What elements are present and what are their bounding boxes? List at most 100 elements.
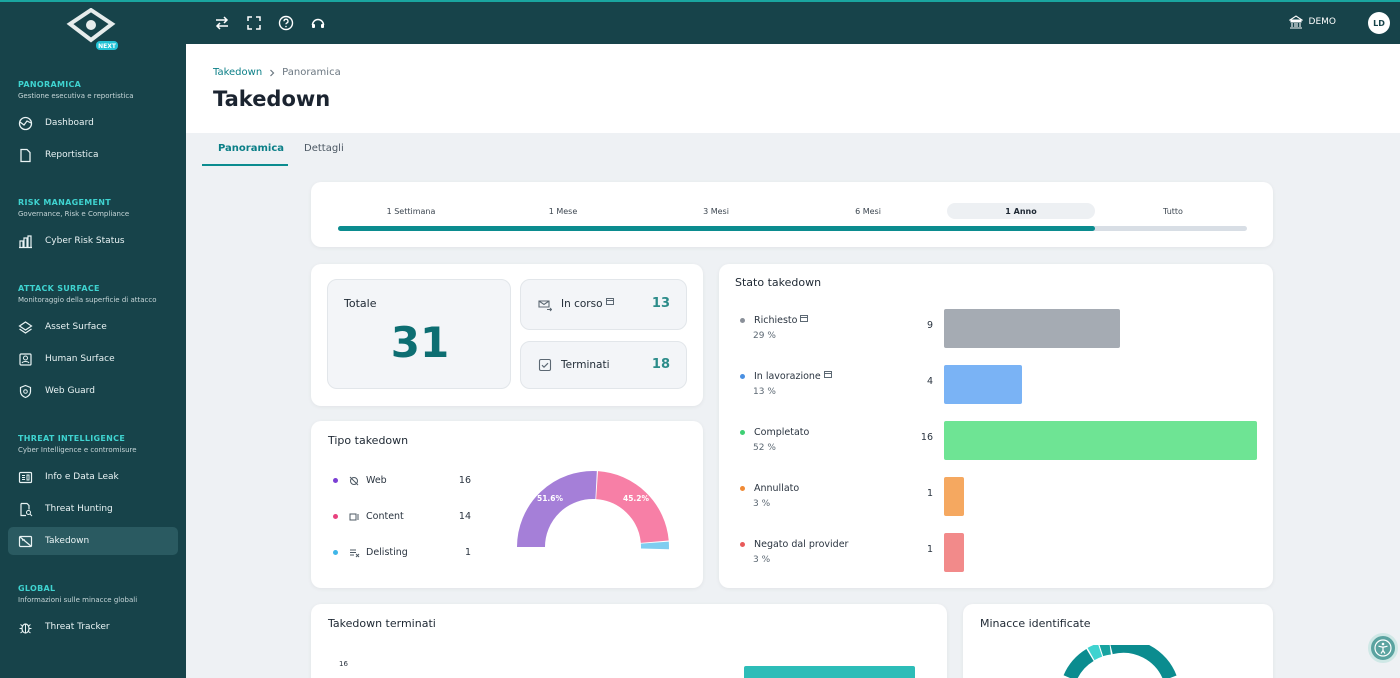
sidebar-section-attack-surface: ATTACK SURFACE Monitoraggio della superfi… <box>18 284 157 304</box>
period-option[interactable]: 1 Mese <box>489 203 637 219</box>
stato-label: Richiesto <box>754 315 798 326</box>
help-icon[interactable] <box>278 15 294 31</box>
fullscreen-icon[interactable] <box>246 15 262 31</box>
stato-count: 1 <box>926 488 933 499</box>
person-badge-icon <box>19 352 32 366</box>
stato-item: Annullato 3 % <box>740 483 799 509</box>
takedown-icon <box>18 535 33 547</box>
period-option[interactable]: 6 Mesi <box>794 203 942 219</box>
sidebar-section-subtitle: Governance, Risk e Compliance <box>18 210 130 218</box>
layers-icon <box>18 320 33 334</box>
total-value: 31 <box>390 318 450 367</box>
sidebar-section-subtitle: Cyber Intelligence e contromisure <box>18 446 137 454</box>
breadcrumb-root[interactable]: Takedown <box>213 67 262 78</box>
tipo-legend-value: 16 <box>458 475 471 486</box>
breadcrumb-current: Panoramica <box>282 67 341 78</box>
sidebar-section-subtitle: Gestione esecutiva e reportistica <box>18 92 134 100</box>
period-option[interactable]: 1 Anno <box>947 203 1095 219</box>
accessibility-icon <box>1374 639 1392 657</box>
calendar-icon <box>800 314 809 322</box>
stato-bar <box>944 477 964 516</box>
stato-bar <box>944 533 964 572</box>
bank-icon <box>1288 15 1303 29</box>
sidebar-section-title: PANORAMICA <box>18 80 82 89</box>
sidebar-section-title: RISK MANAGEMENT <box>18 198 112 207</box>
stato-label: Negato dal provider <box>754 539 849 550</box>
tipo-slice-label: 45.2% <box>623 494 650 503</box>
stato-label: In lavorazione <box>754 371 821 382</box>
stato-label: Annullato <box>754 483 800 494</box>
active-tab-indicator <box>202 164 288 166</box>
calendar-icon <box>605 297 614 305</box>
legend-dot <box>333 550 338 555</box>
legend-dot <box>333 514 338 519</box>
tipo-legend-label: Content <box>366 511 404 522</box>
sidebar-item-dashboard[interactable]: Dashboard <box>8 109 178 137</box>
web-off-icon <box>349 476 359 485</box>
legend-dot <box>740 318 745 323</box>
sidebar-item-cyber-risk-status[interactable]: Cyber Risk Status <box>8 227 178 255</box>
takedown-terminati-title: Takedown terminati <box>328 617 436 630</box>
shield-icon <box>19 384 32 398</box>
account-selector[interactable]: DEMO <box>1288 15 1336 29</box>
check-box-icon <box>538 358 552 372</box>
done-value: 18 <box>651 357 670 372</box>
sidebar-section-global: GLOBAL Informazioni sulle minacce globali <box>18 584 137 604</box>
tipo-slice-label: 51.6% <box>537 494 564 503</box>
done-box[interactable]: Terminati 18 <box>520 341 687 389</box>
app-logo[interactable]: NEXT <box>66 7 120 52</box>
stato-count: 1 <box>926 544 933 555</box>
stato-count: 16 <box>920 432 933 443</box>
content-icon <box>349 513 359 520</box>
minacce-donut-chart <box>1063 645 1177 678</box>
sidebar-section-subtitle: Informazioni sulle minacce globali <box>18 596 138 604</box>
bug-icon <box>19 622 32 634</box>
sidebar-section-subtitle: Monitoraggio della superficie di attacco <box>18 296 157 304</box>
stato-item: Negato dal provider 3 % <box>740 539 848 565</box>
globe-icon <box>18 116 33 130</box>
sidebar-item-threat-hunting[interactable]: Threat Hunting <box>8 495 178 523</box>
tab-dettagli[interactable]: Dettagli <box>304 143 344 154</box>
sidebar-item-takedown[interactable]: Takedown <box>8 527 178 555</box>
period-option[interactable]: 3 Mesi <box>642 203 790 219</box>
sidebar-item-web-guard[interactable]: Web Guard <box>8 377 178 405</box>
tipo-legend-item: Web <box>333 475 387 486</box>
support-icon[interactable] <box>310 15 326 31</box>
sidebar-item-label: Cyber Risk Status <box>45 236 125 246</box>
stato-item: Completato 52 % <box>740 427 809 453</box>
tipo-donut-chart: 51.6% 45.2% <box>517 471 669 550</box>
period-option[interactable]: Tutto <box>1099 203 1247 219</box>
sidebar-section-threat-intelligence: THREAT INTELLIGENCE Cyber Intelligence e … <box>18 434 137 454</box>
sidebar-item-info-e-data-leak[interactable]: Info e Data Leak <box>8 463 178 491</box>
sidebar-item-label: Human Surface <box>45 354 115 364</box>
stato-item: Richiesto 29 % <box>740 314 809 341</box>
avatar[interactable]: LD <box>1368 12 1390 34</box>
sidebar-item-label: Dashboard <box>45 118 94 128</box>
terminati-y-tick: 16 <box>339 660 348 668</box>
stato-bar <box>944 421 1257 460</box>
mail-arrow-icon <box>538 300 552 312</box>
page-header: Takedown Panoramica Takedown <box>186 44 1400 133</box>
period-option[interactable]: 1 Settimana <box>337 203 485 219</box>
sidebar-section-title: THREAT INTELLIGENCE <box>18 434 126 443</box>
sidebar-item-label: Web Guard <box>45 386 95 396</box>
in-progress-box[interactable]: In corso 13 <box>520 279 687 330</box>
sidebar-item-human-surface[interactable]: Human Surface <box>8 345 178 373</box>
sidebar-section-panoramica: PANORAMICA Gestione esecutiva e reportist… <box>18 80 134 100</box>
tipo-legend-item: Delisting <box>333 547 408 558</box>
sidebar-item-reportistica[interactable]: Reportistica <box>8 141 178 169</box>
document-icon <box>20 148 31 162</box>
period-slider-track[interactable] <box>338 226 1247 231</box>
tipo-takedown-title: Tipo takedown <box>328 434 409 447</box>
tab-panoramica[interactable]: Panoramica <box>218 143 284 154</box>
accessibility-button[interactable] <box>1368 633 1398 663</box>
tipo-legend-label: Web <box>366 475 387 486</box>
stato-count: 9 <box>926 320 933 331</box>
sidebar-item-threat-tracker[interactable]: Threat Tracker <box>8 613 178 641</box>
swap-arrows-icon[interactable] <box>214 15 230 31</box>
sidebar-item-asset-surface[interactable]: Asset Surface <box>8 313 178 341</box>
legend-dot <box>740 486 745 491</box>
in-progress-label: In corso <box>561 298 603 310</box>
sidebar-item-label: Reportistica <box>45 150 99 160</box>
stato-count: 4 <box>926 376 933 387</box>
